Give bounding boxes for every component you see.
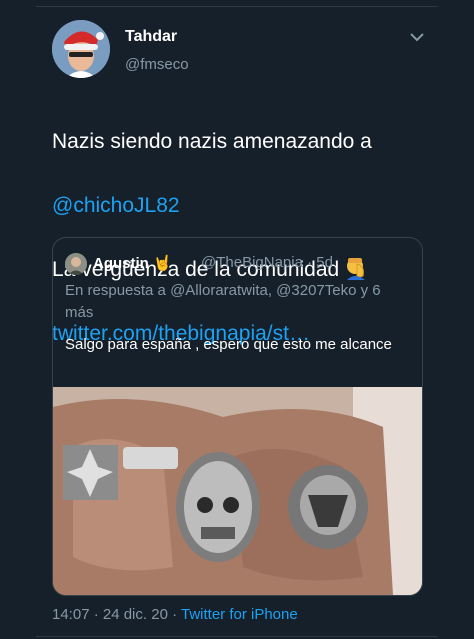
quoted-author-avatar xyxy=(65,253,87,275)
author-avatar[interactable] xyxy=(52,20,110,78)
quoted-tweet-card[interactable]: Agustin 🤘 @TheBigNapia · 5d En respuesta… xyxy=(52,237,423,596)
reply-mentions: @Alloraratwita, @3207Teko xyxy=(170,282,357,299)
tweet-line: Nazis siendo nazis amenazando a xyxy=(52,130,372,153)
tweet-footer: 14:07 · 24 dic. 20 · Twitter for iPhone xyxy=(52,606,298,623)
author-display-name[interactable]: Tahdar xyxy=(125,28,177,46)
source-label[interactable]: Twitter for iPhone xyxy=(181,606,298,623)
quoted-tweet-text: Salgo para españa , espero que esto me a… xyxy=(65,336,392,353)
bottom-divider xyxy=(36,636,438,637)
user-avatar-icon xyxy=(52,20,110,78)
author-handle[interactable]: @fmseco xyxy=(125,56,189,73)
photo-hand-rings-icon xyxy=(53,387,422,595)
reply-context: En respuesta a @Alloraratwita, @3207Teko… xyxy=(65,280,410,324)
quoted-handle-time: @TheBigNapia · 5d xyxy=(201,254,333,271)
mention-link[interactable]: @chichoJL82 xyxy=(52,190,432,222)
reply-prefix: En respuesta a xyxy=(65,282,171,299)
chevron-down-icon[interactable] xyxy=(406,26,428,48)
quoted-display-name: Agustin 🤘 xyxy=(93,255,172,272)
top-divider xyxy=(36,6,438,7)
timestamp[interactable]: 14:07 · 24 dic. 20 · xyxy=(52,606,181,623)
quoted-photo[interactable] xyxy=(53,387,422,595)
user-avatar-icon xyxy=(65,253,87,275)
